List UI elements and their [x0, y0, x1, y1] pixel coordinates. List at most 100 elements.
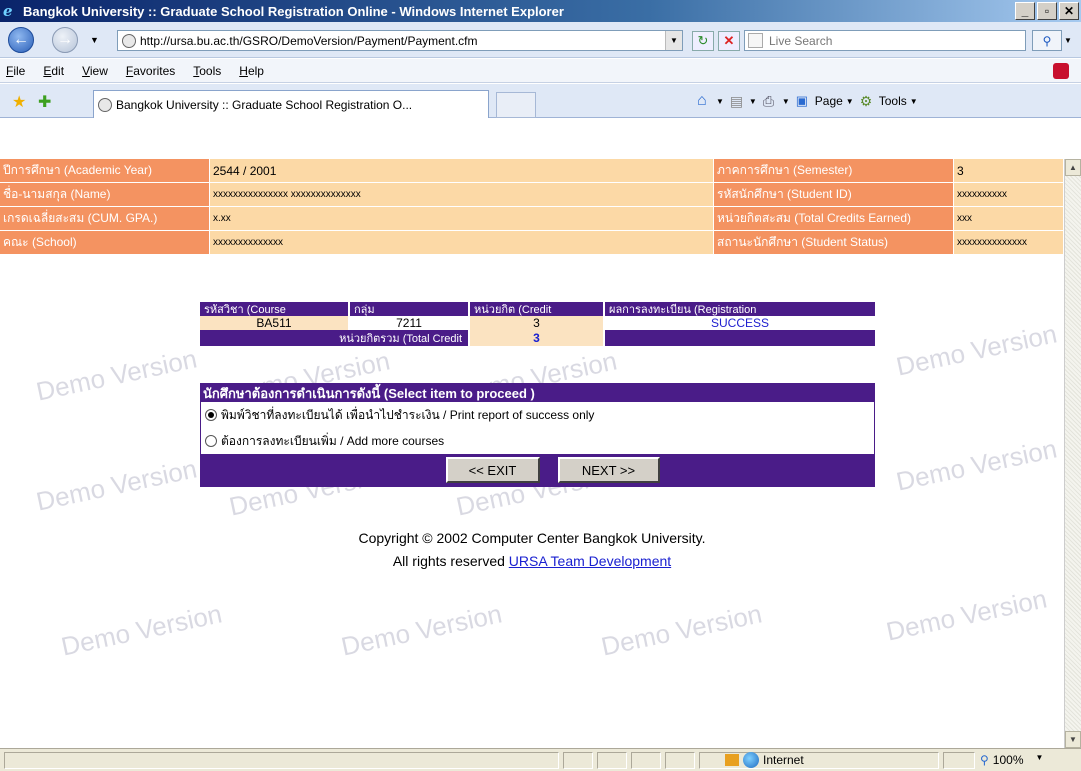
zoom-dropdown-icon[interactable]: ▼ [1036, 753, 1044, 767]
next-button[interactable]: NEXT >> [557, 457, 660, 483]
pdf-icon[interactable] [1053, 63, 1069, 79]
minimize-button[interactable]: _ [1015, 2, 1035, 20]
exit-button[interactable]: << EXIT [445, 457, 540, 483]
zoom-icon: ⚲ [980, 753, 989, 767]
refresh-button[interactable]: ↻ [692, 31, 714, 51]
window-title: Bangkok University :: Graduate School Re… [23, 3, 564, 19]
tools-menu-label: Tools [878, 94, 907, 108]
favorites-star-icon[interactable]: ★ [12, 92, 26, 112]
print-icon: ⎙ [762, 93, 775, 109]
student-status-value: xxxxxxxxxxxxxx [954, 231, 1064, 255]
student-id-value: xxxxxxxxxx [954, 183, 1064, 207]
search-options-icon[interactable]: ▼ [1064, 36, 1072, 45]
watermark: Demo Version [893, 433, 1060, 497]
registration-header: ผลการลงทะเบียน (Registration [609, 304, 757, 316]
watermark: Demo Version [33, 453, 200, 517]
zoom-control[interactable]: ⚲ 100% ▼ [980, 753, 1043, 767]
status-pane [943, 752, 975, 769]
option-add-courses[interactable]: ต้องการลงทะเบียนเพิ่ม / Add more courses [201, 428, 874, 454]
address-toolbar: ← → ▼ http://ursa.bu.ac.th/GSRO/DemoVers… [0, 22, 1081, 58]
academic-year-value: 2544 / 2001 [210, 159, 714, 183]
menu-file[interactable]: File [6, 64, 25, 78]
course-table: รหัสวิชา (Course กลุ่ม หน่วยกิต (Credit … [200, 302, 875, 346]
add-favorite-icon[interactable]: ✚ [38, 92, 51, 112]
watermark: Demo Version [893, 318, 1060, 382]
gpa-value: x.xx [210, 207, 714, 231]
tab-label: Bangkok University :: Graduate School Re… [116, 97, 413, 112]
search-placeholder: Live Search [769, 33, 833, 48]
semester-value: 3 [954, 159, 1064, 183]
new-tab-button[interactable] [496, 92, 536, 118]
scroll-up-button[interactable]: ▲ [1065, 159, 1081, 176]
gear-icon: ⚙ [859, 93, 873, 109]
menu-favorites[interactable]: Favorites [126, 64, 175, 78]
tools-menu-button[interactable]: ⚙ Tools ▼ [860, 94, 918, 108]
watermark: Demo Version [598, 598, 765, 662]
security-zone[interactable]: Internet [725, 752, 804, 768]
total-credits-value: xxx [954, 207, 1064, 231]
print-report-radio[interactable] [205, 409, 217, 421]
close-button[interactable]: ✕ [1059, 2, 1079, 20]
page-icon: ▣ [795, 93, 809, 108]
info-row: ปีการศึกษา (Academic Year) 2544 / 2001 ภ… [0, 159, 1064, 183]
status-pane [631, 752, 661, 769]
print-report-label: พิมพ์วิชาที่ลงทะเบียนได้ เพื่อนำไปชำระเง… [221, 407, 595, 422]
tab-page-icon [98, 97, 112, 112]
command-bar: ⌂ ▼ ▤ ▼ ⎙ ▼ ▣ Page ▼ ⚙ Tools ▼ [697, 93, 918, 109]
status-pane [665, 752, 695, 769]
total-credit-value: 3 [470, 330, 605, 346]
maximize-button[interactable]: ▫ [1037, 2, 1057, 20]
gpa-label: เกรดเฉลี่ยสะสม (CUM. GPA.) [0, 207, 210, 231]
school-value: xxxxxxxxxxxxxx [210, 231, 714, 255]
group-header: กลุ่ม [350, 302, 470, 316]
search-provider-icon [748, 33, 763, 48]
search-button[interactable]: ⚲ [1032, 30, 1062, 51]
info-row: คณะ (School) xxxxxxxxxxxxxx สถานะนักศึกษ… [0, 231, 1064, 255]
forward-button[interactable]: → [52, 27, 78, 53]
semester-label: ภาคการศึกษา (Semester) [714, 159, 954, 183]
zoom-level: 100% [992, 753, 1024, 767]
vertical-scrollbar[interactable]: ▲ ▼ [1064, 159, 1081, 748]
menu-view[interactable]: View [82, 64, 108, 78]
stop-button[interactable]: ✕ [718, 31, 740, 51]
page-menu-button[interactable]: ▣ Page ▼ [795, 93, 854, 109]
status-text-pane [4, 752, 559, 769]
lock-icon [725, 754, 739, 766]
home-button[interactable]: ⌂ ▼ [697, 93, 724, 109]
history-dropdown-icon[interactable]: ▼ [90, 35, 99, 45]
add-courses-radio[interactable] [205, 435, 217, 447]
feeds-button[interactable]: ▤ ▼ [730, 94, 757, 108]
copyright: Copyright © 2002 Computer Center Bangkok… [0, 527, 1064, 573]
search-input[interactable]: Live Search [744, 30, 1026, 51]
zone-label: Internet [763, 753, 804, 767]
course-group: 7211 [350, 316, 470, 330]
rights-text: All rights reserved [392, 553, 509, 569]
back-button[interactable]: ← [8, 27, 34, 53]
student-status-label: สถานะนักศึกษา (Student Status) [714, 231, 954, 255]
scroll-down-button[interactable]: ▼ [1065, 731, 1081, 748]
course-code: BA511 [200, 316, 350, 330]
watermark: Demo Version [883, 583, 1050, 647]
window-controls: _ ▫ ✕ [1015, 2, 1079, 20]
credit-header: หน่วยกิต (Credit [470, 302, 605, 316]
add-courses-label: ต้องการลงทะเบียนเพิ่ม / Add more courses [221, 433, 445, 448]
address-field[interactable]: http://ursa.bu.ac.th/GSRO/DemoVersion/Pa… [117, 30, 683, 51]
ursa-team-link[interactable]: URSA Team Development [509, 553, 671, 569]
proceed-options: นักศึกษาต้องการดำเนินการดังนี้ (Select i… [200, 383, 875, 487]
print-button[interactable]: ⎙ ▼ [763, 94, 790, 108]
address-url: http://ursa.bu.ac.th/GSRO/DemoVersion/Pa… [140, 33, 478, 48]
watermark: Demo Version [338, 598, 505, 662]
academic-year-label: ปีการศึกษา (Academic Year) [0, 159, 210, 183]
menu-help[interactable]: Help [239, 64, 264, 78]
status-bar: Internet ⚲ 100% ▼ [0, 748, 1081, 771]
total-row: หน่วยกิตรวม (Total Credit 3 [200, 330, 875, 346]
ie-logo-icon: e [3, 2, 13, 20]
status-pane [563, 752, 593, 769]
option-print-report[interactable]: พิมพ์วิชาที่ลงทะเบียนได้ เพื่อนำไปชำระเง… [201, 402, 874, 428]
tab-current[interactable]: Bangkok University :: Graduate School Re… [93, 90, 489, 118]
menu-tools[interactable]: Tools [193, 64, 221, 78]
feeds-icon: ▤ [729, 93, 744, 109]
name-label: ชื่อ-นามสกุล (Name) [0, 183, 210, 207]
address-dropdown-icon[interactable]: ▼ [665, 31, 682, 50]
menu-edit[interactable]: Edit [43, 64, 64, 78]
